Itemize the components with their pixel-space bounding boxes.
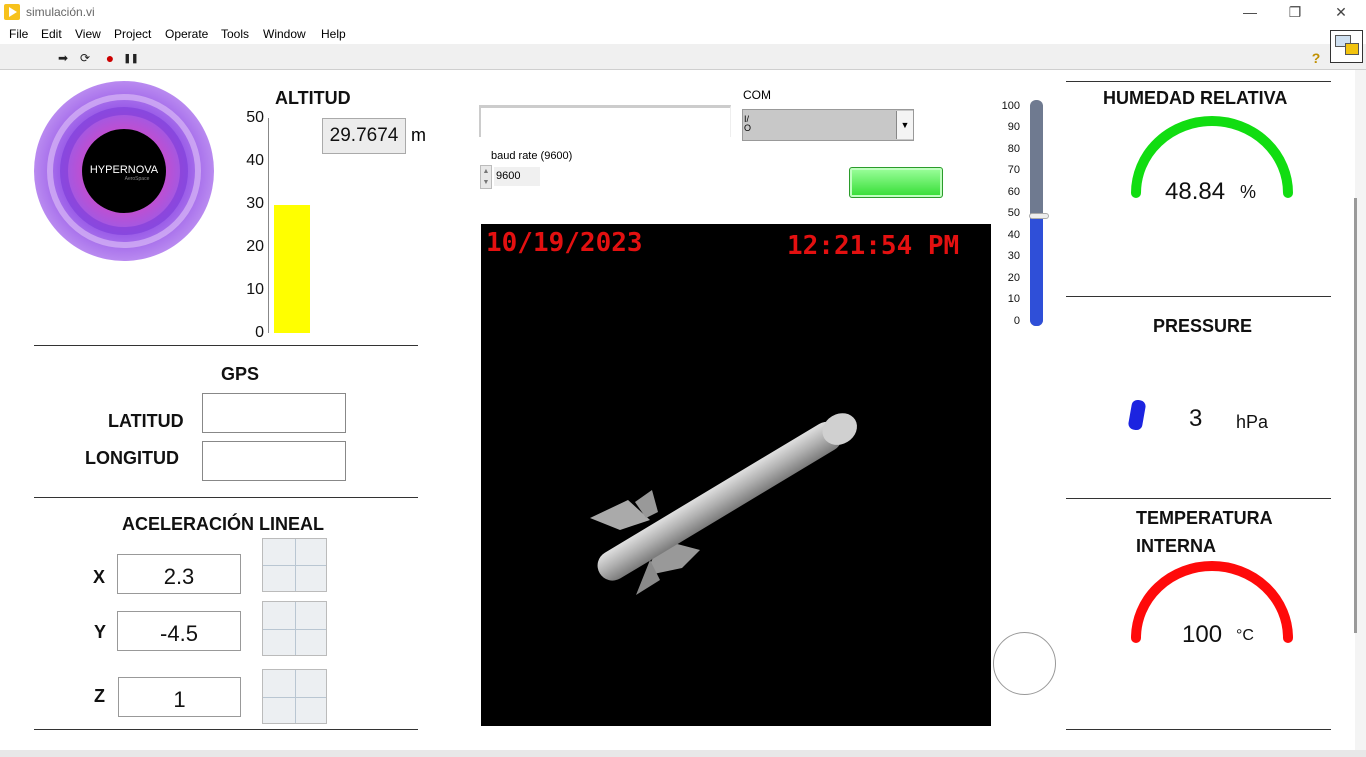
accel-y-value: -4.5 bbox=[117, 611, 241, 651]
slider-fill bbox=[1030, 216, 1043, 326]
slider-tick: 50 bbox=[1007, 207, 1020, 219]
menu-tools[interactable]: Tools bbox=[221, 27, 249, 41]
accel-y-chart bbox=[262, 601, 327, 656]
slider-tick: 40 bbox=[1007, 229, 1020, 241]
divider bbox=[1066, 729, 1331, 730]
title-bar bbox=[0, 0, 1366, 24]
round-indicator[interactable] bbox=[993, 632, 1056, 695]
toolbar bbox=[0, 44, 1366, 70]
display-time: 12:21:54 PM bbox=[787, 231, 960, 261]
accel-z-value: 1 bbox=[118, 677, 241, 717]
rocket-model bbox=[590, 413, 857, 595]
divider bbox=[34, 497, 418, 498]
slider-tick: 100 bbox=[1001, 100, 1020, 112]
hypernova-logo: HYPERNOVA AeroSpace bbox=[34, 81, 214, 261]
longitud-field[interactable] bbox=[202, 441, 346, 481]
com-select[interactable]: I/O ▼ bbox=[742, 109, 914, 141]
altitud-tick-40: 40 bbox=[246, 152, 264, 169]
restore-button[interactable]: ❐ bbox=[1272, 0, 1318, 24]
accel-x-label: X bbox=[93, 567, 106, 587]
menu-project[interactable]: Project bbox=[114, 27, 151, 41]
labview-app-icon bbox=[4, 4, 20, 20]
pressure-value: 3 bbox=[1189, 405, 1203, 432]
divider bbox=[34, 729, 418, 730]
accel-x-value: 2.3 bbox=[117, 554, 241, 594]
menu-view[interactable]: View bbox=[75, 27, 101, 41]
altitud-tick-30: 30 bbox=[246, 195, 264, 212]
temperatura-title-1: TEMPERATURA bbox=[1136, 508, 1273, 528]
chevron-down-icon[interactable]: ▼ bbox=[896, 111, 913, 139]
com-io-text: I/O bbox=[744, 114, 752, 133]
humedad-unit: % bbox=[1240, 182, 1257, 202]
slider-tick: 90 bbox=[1007, 121, 1020, 133]
slider-tick: 30 bbox=[1007, 250, 1020, 262]
temperatura-title-2: INTERNA bbox=[1136, 536, 1216, 556]
gps-title: GPS bbox=[221, 364, 260, 384]
status-strip bbox=[0, 750, 1366, 757]
menu-file[interactable]: File bbox=[9, 27, 28, 41]
logo-text: HYPERNOVA bbox=[90, 164, 159, 176]
window-title: simulación.vi bbox=[26, 5, 95, 19]
altitud-tick-20: 20 bbox=[246, 238, 264, 255]
divider bbox=[1066, 498, 1331, 499]
slider-tick: 70 bbox=[1007, 164, 1020, 176]
slider-tick: 20 bbox=[1007, 272, 1020, 284]
temperatura-unit: °C bbox=[1236, 627, 1254, 644]
aceleracion-title: ACELERACIÓN LINEAL bbox=[122, 514, 324, 534]
slider-tick: 10 bbox=[1007, 293, 1020, 305]
com-label: COM bbox=[743, 88, 771, 102]
altitud-bar bbox=[274, 205, 310, 333]
message-field[interactable] bbox=[479, 105, 731, 137]
context-help-icon[interactable]: ? bbox=[1308, 50, 1324, 66]
pause-icon[interactable]: ❚❚ bbox=[123, 50, 139, 66]
baud-label: baud rate (9600) bbox=[491, 150, 573, 162]
menu-edit[interactable]: Edit bbox=[41, 27, 62, 41]
longitud-label: LONGITUD bbox=[85, 448, 179, 468]
baud-value[interactable]: 9600 bbox=[494, 167, 540, 186]
altitud-tick-0: 0 bbox=[255, 324, 264, 341]
baud-stepper[interactable]: ▲ ▼ bbox=[480, 165, 492, 189]
display-date: 10/19/2023 bbox=[486, 228, 643, 258]
divider bbox=[34, 345, 418, 346]
slider-tick: 60 bbox=[1007, 186, 1020, 198]
accel-z-label: Z bbox=[94, 686, 105, 706]
altitud-value: 29.7674 bbox=[322, 118, 406, 154]
connect-led-button[interactable] bbox=[849, 167, 943, 198]
close-button[interactable]: ✕ bbox=[1318, 0, 1364, 24]
pressure-unit: hPa bbox=[1236, 412, 1269, 432]
abort-icon[interactable]: ● bbox=[102, 50, 118, 66]
accel-y-label: Y bbox=[94, 622, 107, 642]
menu-help[interactable]: Help bbox=[321, 27, 346, 41]
altitud-tick-50: 50 bbox=[246, 109, 264, 126]
divider bbox=[1066, 296, 1331, 297]
latitud-label: LATITUD bbox=[108, 411, 184, 431]
divider bbox=[1066, 81, 1331, 82]
accel-x-chart bbox=[262, 538, 327, 592]
slider-tick: 80 bbox=[1007, 143, 1020, 155]
accel-z-chart bbox=[262, 669, 327, 724]
humedad-value: 48.84 bbox=[1165, 178, 1226, 205]
scrollbar-thumb[interactable] bbox=[1354, 198, 1357, 633]
altitud-axis bbox=[268, 118, 269, 333]
altitud-tick-10: 10 bbox=[246, 281, 264, 298]
temperatura-value: 100 bbox=[1182, 621, 1223, 648]
pressure-title: PRESSURE bbox=[1153, 316, 1253, 336]
run-icon[interactable]: ➡ bbox=[55, 50, 71, 66]
menu-window[interactable]: Window bbox=[263, 27, 306, 41]
slider-tick: 0 bbox=[1013, 315, 1020, 327]
vi-icon bbox=[1330, 30, 1363, 63]
menu-operate[interactable]: Operate bbox=[165, 27, 208, 41]
run-continuously-icon[interactable]: ⟳ bbox=[77, 50, 93, 66]
logo-subtext: AeroSpace bbox=[125, 176, 150, 182]
slider-thumb[interactable] bbox=[1029, 213, 1049, 219]
humedad-title: HUMEDAD RELATIVA bbox=[1103, 88, 1288, 108]
altitud-title: ALTITUD bbox=[275, 88, 351, 108]
minimize-button[interactable]: — bbox=[1227, 0, 1273, 24]
latitud-field[interactable] bbox=[202, 393, 346, 433]
altitud-unit: m bbox=[411, 125, 426, 145]
